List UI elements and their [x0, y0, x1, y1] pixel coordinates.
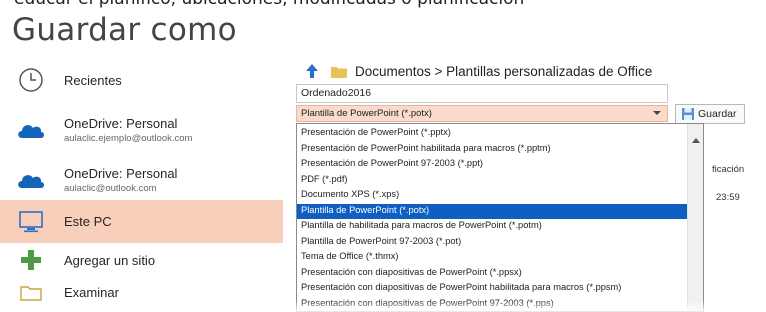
save-button-label: Guardar [698, 108, 737, 120]
folder-icon [331, 65, 347, 78]
dropdown-option[interactable]: Documento XPS (*.xps) [297, 188, 687, 203]
cut-off-heading: educar el planifico, ubicaciones, modifi… [14, 0, 524, 9]
dropdown-scrollbar[interactable] [687, 124, 703, 311]
sidebar-item-label: Agregar un sitio [64, 252, 156, 268]
dropdown-option[interactable]: Plantilla de habilitada para macros de P… [297, 219, 687, 234]
scroll-up-icon[interactable] [692, 130, 700, 143]
sidebar-item-label: OneDrive: Personal [64, 166, 178, 181]
filetype-dropdown-list[interactable]: Presentación de PowerPoint (*.pptx) Pres… [296, 123, 704, 312]
clock-icon [16, 65, 46, 95]
sidebar-item-examinar[interactable]: Examinar [0, 278, 283, 306]
dropdown-option[interactable]: Presentación con diapositivas de PowerPo… [297, 281, 687, 296]
sidebar-item-label: Este PC [64, 214, 112, 229]
time-fragment: 23:59 [716, 192, 740, 203]
dropdown-option-selected[interactable]: Plantilla de PowerPoint (*.potx) [297, 203, 687, 219]
sidebar-item-label: Examinar [64, 284, 119, 300]
location-sidebar: Recientes OneDrive: Personal aulaclic.ej… [0, 52, 283, 312]
sidebar-item-este-pc[interactable]: Este PC [0, 200, 283, 243]
folder-icon [16, 277, 46, 307]
page-title: Guardar como [12, 12, 237, 48]
filetype-selected-value: Plantilla de PowerPoint (*.potx) [301, 108, 432, 119]
sidebar-item-label: OneDrive: Personal [64, 116, 178, 131]
sidebar-item-onedrive-2[interactable]: OneDrive: Personal aulaclic@outlook.com [0, 156, 283, 204]
dropdown-option[interactable]: Tema de Office (*.thmx) [297, 250, 687, 265]
computer-icon [16, 207, 46, 237]
dropdown-option[interactable]: Presentación de PowerPoint (*.pptx) [297, 126, 687, 141]
dropdown-option[interactable]: Presentación con diapositivas de PowerPo… [297, 297, 687, 312]
save-icon [681, 107, 695, 121]
sidebar-item-onedrive-1[interactable]: OneDrive: Personal aulaclic.ejemplo@outl… [0, 106, 283, 154]
dropdown-option[interactable]: Presentación de PowerPoint habilitada pa… [297, 142, 687, 157]
cloud-icon [16, 115, 46, 145]
dropdown-option[interactable]: Presentación de PowerPoint 97-2003 (*.pp… [297, 157, 687, 172]
top-cut-text-strip: educar el planifico, ubicaciones, modifi… [0, 0, 766, 10]
sidebar-item-account: aulaclic.ejemplo@outlook.com [64, 133, 193, 144]
plus-icon [16, 245, 46, 275]
up-arrow-icon[interactable] [303, 62, 321, 80]
column-header-fragment: ficación [712, 164, 745, 175]
dropdown-option[interactable]: Presentación con diapositivas de PowerPo… [297, 266, 687, 281]
dropdown-option[interactable]: Plantilla de PowerPoint 97-2003 (*.pot) [297, 235, 687, 250]
filetype-select[interactable]: Plantilla de PowerPoint (*.potx) [296, 105, 668, 122]
location-path: Documentos > Plantillas personalizadas d… [303, 60, 652, 82]
filename-input[interactable]: Ordenado2016 [296, 84, 668, 103]
sidebar-item-account: aulaclic@outlook.com [64, 183, 157, 194]
chevron-down-icon [653, 109, 661, 117]
sidebar-item-recientes[interactable]: Recientes [0, 60, 283, 100]
breadcrumb[interactable]: Documentos > Plantillas personalizadas d… [355, 64, 652, 79]
sidebar-item-label: Recientes [64, 72, 122, 88]
sidebar-item-agregar-sitio[interactable]: Agregar un sitio [0, 242, 283, 278]
cloud-icon [16, 165, 46, 195]
dropdown-option[interactable]: PDF (*.pdf) [297, 173, 687, 188]
save-button[interactable]: Guardar [675, 104, 745, 124]
